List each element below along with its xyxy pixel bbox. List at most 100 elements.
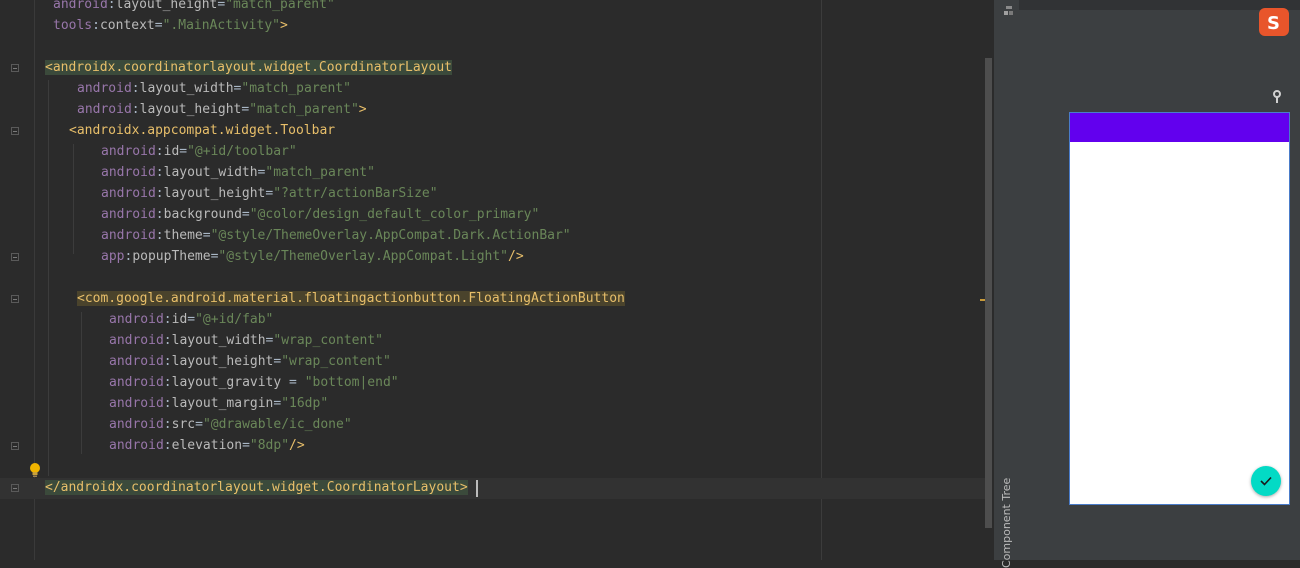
code-token: android xyxy=(101,165,156,180)
indent-guide xyxy=(81,312,82,454)
code-line[interactable]: android:id="@+id/fab" xyxy=(109,309,273,330)
text-caret xyxy=(476,480,478,497)
code-token: layout_height xyxy=(115,0,218,12)
code-line[interactable]: android:layout_width="wrap_content" xyxy=(109,330,383,351)
code-editor[interactable]: android:layout_height="match_parent" tool… xyxy=(0,0,993,560)
code-token: = xyxy=(241,207,250,222)
code-token: ".MainActivity" xyxy=(162,18,280,33)
code-token: : xyxy=(163,375,172,390)
code-token: "bottom|end" xyxy=(304,375,399,390)
sogou-logo-icon: S xyxy=(1259,8,1289,36)
code-token: android xyxy=(109,417,164,432)
preview-toolbar-strip xyxy=(1019,0,1300,10)
code-token: <androidx.appcompat.widget.Toolbar xyxy=(69,123,336,138)
code-token: : xyxy=(163,312,172,327)
code-token: "@style/ThemeOverlay.AppCompat.Dark.Acti… xyxy=(210,228,571,243)
code-line[interactable]: <androidx.appcompat.widget.Toolbar xyxy=(69,120,335,141)
code-line[interactable]: android:src="@drawable/ic_done" xyxy=(109,414,352,435)
code-token: <com.google.android.material.floatingact… xyxy=(77,291,625,306)
code-token: : xyxy=(155,186,164,201)
palette-icon[interactable] xyxy=(1003,6,1015,18)
code-token: : xyxy=(163,438,172,453)
code-token: = xyxy=(179,144,188,159)
code-line[interactable]: android:layout_margin="16dp" xyxy=(109,393,328,414)
code-line[interactable]: </androidx.coordinatorlayout.widget.Coor… xyxy=(45,477,468,498)
code-token: = xyxy=(195,417,203,432)
code-token: src xyxy=(171,417,196,432)
wrench-icon[interactable] xyxy=(1271,90,1285,104)
code-line[interactable]: app:popupTheme="@style/ThemeOverlay.AppC… xyxy=(101,246,524,267)
code-token: layout_height xyxy=(163,186,266,201)
code-token: "match_parent" xyxy=(241,81,351,96)
code-token: "8dp" xyxy=(249,438,290,453)
lightbulb-icon[interactable] xyxy=(29,462,41,478)
code-token: : xyxy=(163,333,172,348)
code-token: layout_margin xyxy=(171,396,274,411)
code-line[interactable]: android:theme="@style/ThemeOverlay.AppCo… xyxy=(101,225,571,246)
code-line[interactable]: android:layout_height="wrap_content" xyxy=(109,351,391,372)
code-token: tools xyxy=(53,18,93,33)
preview-toolbar[interactable] xyxy=(1070,113,1289,142)
code-token: android xyxy=(109,375,164,390)
code-line[interactable]: android:layout_width="match_parent" xyxy=(77,78,351,99)
code-token: = xyxy=(242,438,250,453)
code-token: "16dp" xyxy=(281,396,329,411)
fold-marker[interactable] xyxy=(11,442,19,450)
code-token: : xyxy=(155,144,164,159)
code-token: /> xyxy=(508,249,524,264)
code-line[interactable]: android:layout_gravity = "bottom|end" xyxy=(109,372,399,393)
indent-guide xyxy=(48,80,49,476)
code-token: : xyxy=(92,18,100,33)
fold-marker[interactable] xyxy=(11,253,19,261)
code-token: "@drawable/ic_done" xyxy=(202,417,352,432)
code-token: layout_gravity xyxy=(171,375,282,390)
code-token: background xyxy=(163,207,242,222)
fold-marker[interactable] xyxy=(11,127,19,135)
code-token: "match_parent" xyxy=(225,0,335,12)
code-token: android xyxy=(77,102,132,117)
code-line[interactable]: android:layout_width="match_parent" xyxy=(101,162,375,183)
code-token: "@+id/fab" xyxy=(195,312,274,327)
code-line[interactable]: <androidx.coordinatorlayout.widget.Coord… xyxy=(45,57,452,78)
code-token: > xyxy=(358,102,367,117)
code-line[interactable]: android:id="@+id/toolbar" xyxy=(101,141,297,162)
code-token: android xyxy=(101,144,156,159)
code-line[interactable]: <com.google.android.material.floatingact… xyxy=(77,288,625,309)
code-token: : xyxy=(131,81,140,96)
code-token: layout_width xyxy=(139,81,234,96)
fold-marker[interactable] xyxy=(11,484,19,492)
fold-marker[interactable] xyxy=(11,64,19,72)
code-token: layout_height xyxy=(171,354,274,369)
right-margin-guide xyxy=(821,0,822,560)
code-line[interactable]: android:layout_height="match_parent"> xyxy=(77,99,367,120)
fold-marker[interactable] xyxy=(11,295,19,303)
phone-preview[interactable] xyxy=(1069,112,1290,505)
code-line[interactable]: android:elevation="8dp"/> xyxy=(109,435,305,456)
code-token: </androidx.coordinatorlayout.widget.Coor… xyxy=(45,480,468,495)
code-line[interactable]: android:layout_height="match_parent" xyxy=(53,0,335,15)
component-tree-tab[interactable]: Component Tree xyxy=(1000,478,1014,568)
code-line[interactable]: android:background="@color/design_defaul… xyxy=(101,204,539,225)
code-token: <androidx.coordinatorlayout.widget.Coord… xyxy=(45,60,452,75)
code-line[interactable]: tools:context=".MainActivity"> xyxy=(53,15,288,36)
code-token: /> xyxy=(289,438,305,453)
code-token: theme xyxy=(163,228,203,243)
code-token: : xyxy=(155,165,164,180)
side-tool-strip xyxy=(993,0,1020,560)
preview-fab[interactable] xyxy=(1251,466,1281,496)
code-line[interactable]: android:layout_height="?attr/actionBarSi… xyxy=(101,183,438,204)
code-token: = xyxy=(187,312,196,327)
indent-guide xyxy=(73,144,74,254)
code-token: android xyxy=(53,0,108,12)
scrollbar-thumb[interactable] xyxy=(985,58,992,528)
code-token: : xyxy=(163,354,172,369)
code-token: "match_parent" xyxy=(265,165,375,180)
code-token: android xyxy=(109,396,164,411)
code-token: popupTheme xyxy=(132,249,211,264)
code-token: android xyxy=(101,186,156,201)
code-token: : xyxy=(155,207,164,222)
code-token: android xyxy=(101,207,156,222)
svg-text:S: S xyxy=(1267,13,1280,34)
code-token: id xyxy=(163,144,180,159)
code-token: android xyxy=(109,354,164,369)
